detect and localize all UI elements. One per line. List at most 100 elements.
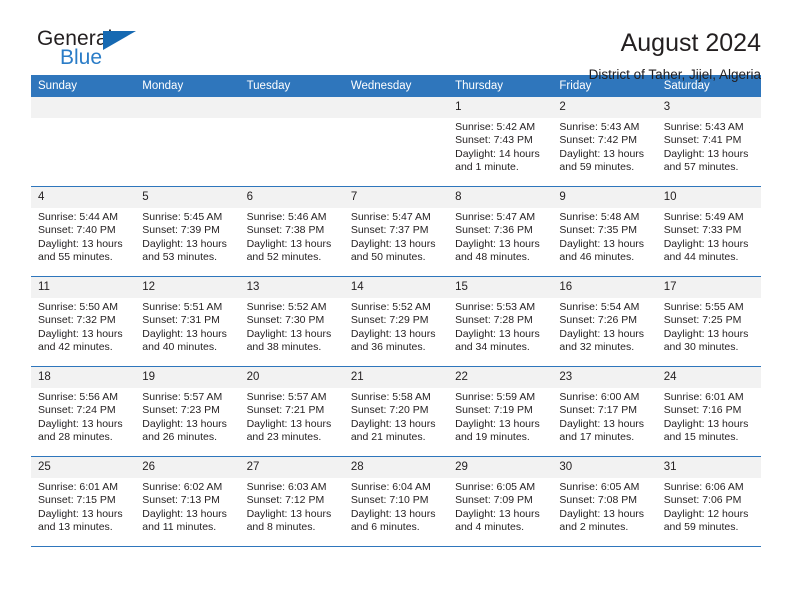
- sunrise-text: Sunrise: 5:51 AM: [142, 301, 223, 313]
- sunrise-text: Sunrise: 5:54 AM: [559, 301, 640, 313]
- day-details: Sunrise: 5:55 AM Sunset: 7:25 PM Daylight:…: [657, 298, 761, 355]
- sunset-text: Sunset: 7:37 PM: [350, 224, 429, 237]
- page-header: General Blue August 2024 District of Tah…: [31, 0, 761, 83]
- calendar-day-cell[interactable]: 4 Sunrise: 5:44 AM Sunset: 7:40 PM Daylight…: [31, 186, 136, 277]
- daylight-text: Daylight: 13 hours and 8 minutes.: [246, 507, 332, 534]
- calendar-day-cell[interactable]: 5 Sunrise: 5:45 AM Sunset: 7:39 PM Daylight…: [135, 186, 240, 277]
- calendar-day-cell[interactable]: 11 Sunrise: 5:50 AM Sunset: 7:32 PM Dayligh…: [31, 276, 136, 367]
- day-number: 3: [656, 97, 761, 118]
- calendar-day-cell[interactable]: 23 Sunrise: 6:00 AM Sunset: 7:17 PM Dayligh…: [552, 366, 657, 457]
- day-details: Sunrise: 5:50 AM Sunset: 7:32 PM Daylight:…: [31, 298, 135, 355]
- calendar-day-cell[interactable]: 30 Sunrise: 6:05 AM Sunset: 7:08 PM Dayligh…: [552, 456, 657, 547]
- sunset-text: Sunset: 7:23 PM: [142, 404, 220, 417]
- day-details: Sunrise: 5:47 AM Sunset: 7:37 PM Daylight:…: [344, 208, 448, 265]
- daylight-text: Daylight: 13 hours and 15 minutes.: [663, 417, 749, 444]
- sunrise-text: Sunrise: 6:00 AM: [559, 391, 640, 403]
- calendar-day-cell[interactable]: 15 Sunrise: 5:53 AM Sunset: 7:28 PM Dayligh…: [448, 276, 553, 367]
- day-number: 22: [448, 367, 553, 388]
- sunrise-text: Sunrise: 5:42 AM: [455, 121, 536, 133]
- calendar-day-cell[interactable]: 2 Sunrise: 5:43 AM Sunset: 7:42 PM Daylight…: [552, 97, 657, 187]
- sunrise-text: Sunrise: 6:06 AM: [663, 481, 744, 493]
- calendar-day-cell[interactable]: 21 Sunrise: 5:58 AM Sunset: 7:20 PM Dayligh…: [343, 366, 449, 457]
- calendar-day-cell[interactable]: 8 Sunrise: 5:47 AM Sunset: 7:36 PM Daylight…: [448, 186, 553, 277]
- day-details: Sunrise: 6:05 AM Sunset: 7:08 PM Daylight:…: [552, 478, 656, 535]
- calendar-day-cell[interactable]: 12 Sunrise: 5:51 AM Sunset: 7:31 PM Dayligh…: [135, 276, 240, 367]
- daylight-text: Daylight: 13 hours and 13 minutes.: [38, 507, 123, 534]
- day-number: [343, 97, 449, 118]
- day-number: [31, 97, 136, 118]
- calendar-day-cell[interactable]: 17 Sunrise: 5:55 AM Sunset: 7:25 PM Dayligh…: [656, 276, 761, 367]
- sunrise-text: Sunrise: 5:55 AM: [663, 301, 744, 313]
- calendar-day-cell[interactable]: 22 Sunrise: 5:59 AM Sunset: 7:19 PM Dayligh…: [448, 366, 553, 457]
- daylight-text: Daylight: 13 hours and 23 minutes.: [246, 417, 332, 444]
- calendar-day-cell[interactable]: 18 Sunrise: 5:56 AM Sunset: 7:24 PM Dayligh…: [31, 366, 136, 457]
- sunrise-text: Sunrise: 5:43 AM: [663, 121, 744, 133]
- daylight-text: Daylight: 13 hours and 2 minutes.: [559, 507, 645, 534]
- sunrise-text: Sunrise: 5:58 AM: [350, 391, 431, 403]
- sunrise-text: Sunrise: 6:03 AM: [246, 481, 327, 493]
- calendar-day-cell[interactable]: 31 Sunrise: 6:06 AM Sunset: 7:06 PM Dayligh…: [656, 456, 761, 547]
- calendar-day-cell[interactable]: 27 Sunrise: 6:03 AM Sunset: 7:12 PM Dayligh…: [239, 456, 344, 547]
- day-number: 6: [239, 187, 344, 208]
- day-number: 13: [239, 277, 344, 298]
- day-number: 15: [448, 277, 553, 298]
- day-number: 20: [239, 367, 344, 388]
- day-details: Sunrise: 6:01 AM Sunset: 7:15 PM Daylight:…: [31, 478, 135, 535]
- day-details: Sunrise: 5:46 AM Sunset: 7:38 PM Daylight:…: [240, 208, 344, 265]
- calendar-day-cell[interactable]: 7 Sunrise: 5:47 AM Sunset: 7:37 PM Daylight…: [343, 186, 449, 277]
- sunset-text: Sunset: 7:35 PM: [559, 224, 638, 237]
- calendar-day-cell[interactable]: 16 Sunrise: 5:54 AM Sunset: 7:26 PM Dayligh…: [552, 276, 657, 367]
- sunset-text: Sunset: 7:15 PM: [38, 494, 116, 507]
- calendar-day-cell[interactable]: 28 Sunrise: 6:04 AM Sunset: 7:10 PM Dayligh…: [343, 456, 449, 547]
- daylight-text: Daylight: 13 hours and 46 minutes.: [559, 237, 645, 264]
- calendar-day-cell[interactable]: 24 Sunrise: 6:01 AM Sunset: 7:16 PM Dayligh…: [656, 366, 761, 457]
- day-number: 24: [656, 367, 761, 388]
- sunset-text: Sunset: 7:09 PM: [455, 494, 533, 507]
- day-number: 21: [343, 367, 449, 388]
- day-details: Sunrise: 5:49 AM Sunset: 7:33 PM Daylight:…: [657, 208, 761, 265]
- day-details: Sunrise: 5:48 AM Sunset: 7:35 PM Daylight:…: [552, 208, 656, 265]
- sunset-text: Sunset: 7:20 PM: [350, 404, 429, 417]
- sunset-text: Sunset: 7:08 PM: [559, 494, 638, 507]
- calendar-day-cell[interactable]: 14 Sunrise: 5:52 AM Sunset: 7:29 PM Dayligh…: [343, 276, 449, 367]
- calendar-day-cell[interactable]: 29 Sunrise: 6:05 AM Sunset: 7:09 PM Dayligh…: [448, 456, 553, 547]
- day-number: 10: [656, 187, 761, 208]
- calendar-day-cell[interactable]: 25 Sunrise: 6:01 AM Sunset: 7:15 PM Dayligh…: [31, 456, 136, 547]
- daylight-text: Daylight: 13 hours and 57 minutes.: [663, 147, 749, 174]
- calendar-day-cell[interactable]: 9 Sunrise: 5:48 AM Sunset: 7:35 PM Daylight…: [552, 186, 657, 277]
- calendar-day-cell[interactable]: 1 Sunrise: 5:42 AM Sunset: 7:43 PM Daylight…: [448, 97, 553, 187]
- calendar-day-cell[interactable]: 13 Sunrise: 5:52 AM Sunset: 7:30 PM Dayligh…: [239, 276, 344, 367]
- day-details: Sunrise: 6:01 AM Sunset: 7:16 PM Daylight:…: [657, 388, 761, 445]
- daylight-text: Daylight: 13 hours and 50 minutes.: [350, 237, 436, 264]
- daylight-text: Daylight: 13 hours and 30 minutes.: [663, 327, 749, 354]
- day-number: 9: [552, 187, 657, 208]
- day-number: 19: [135, 367, 240, 388]
- sunset-text: Sunset: 7:12 PM: [246, 494, 325, 507]
- sunset-text: Sunset: 7:26 PM: [559, 314, 638, 327]
- sunrise-text: Sunrise: 6:02 AM: [142, 481, 223, 493]
- calendar-day-cell[interactable]: 6 Sunrise: 5:46 AM Sunset: 7:38 PM Daylight…: [239, 186, 344, 277]
- calendar-day-cell[interactable]: 19 Sunrise: 5:57 AM Sunset: 7:23 PM Dayligh…: [135, 366, 240, 457]
- generalblue-logo[interactable]: General Blue: [31, 28, 151, 76]
- sunrise-text: Sunrise: 6:01 AM: [38, 481, 118, 493]
- sunset-text: Sunset: 7:43 PM: [455, 134, 533, 147]
- sunrise-text: Sunrise: 6:05 AM: [559, 481, 640, 493]
- day-details: Sunrise: 5:44 AM Sunset: 7:40 PM Daylight:…: [31, 208, 135, 265]
- day-details: Sunrise: 6:00 AM Sunset: 7:17 PM Daylight:…: [552, 388, 656, 445]
- calendar-day-cell[interactable]: 3 Sunrise: 5:43 AM Sunset: 7:41 PM Daylight…: [656, 97, 761, 187]
- daylight-text: Daylight: 13 hours and 11 minutes.: [142, 507, 227, 534]
- calendar-week-row: 18 Sunrise: 5:56 AM Sunset: 7:24 PM Dayligh…: [31, 366, 761, 457]
- calendar-week-row: 4 Sunrise: 5:44 AM Sunset: 7:40 PM Daylight…: [31, 186, 761, 277]
- sunrise-text: Sunrise: 5:52 AM: [246, 301, 327, 313]
- calendar-day-cell[interactable]: 26 Sunrise: 6:02 AM Sunset: 7:13 PM Dayligh…: [135, 456, 240, 547]
- sunrise-text: Sunrise: 6:05 AM: [455, 481, 536, 493]
- calendar-week-row: 11 Sunrise: 5:50 AM Sunset: 7:32 PM Dayligh…: [31, 276, 761, 367]
- sunrise-text: Sunrise: 5:56 AM: [38, 391, 118, 403]
- calendar-day-cell[interactable]: 10 Sunrise: 5:49 AM Sunset: 7:33 PM Dayligh…: [656, 186, 761, 277]
- sunset-text: Sunset: 7:32 PM: [38, 314, 116, 327]
- day-number: 16: [552, 277, 657, 298]
- day-number: 12: [135, 277, 240, 298]
- calendar-day-cell[interactable]: 20 Sunrise: 5:57 AM Sunset: 7:21 PM Dayligh…: [239, 366, 344, 457]
- daylight-text: Daylight: 13 hours and 52 minutes.: [246, 237, 332, 264]
- sunset-text: Sunset: 7:38 PM: [246, 224, 325, 237]
